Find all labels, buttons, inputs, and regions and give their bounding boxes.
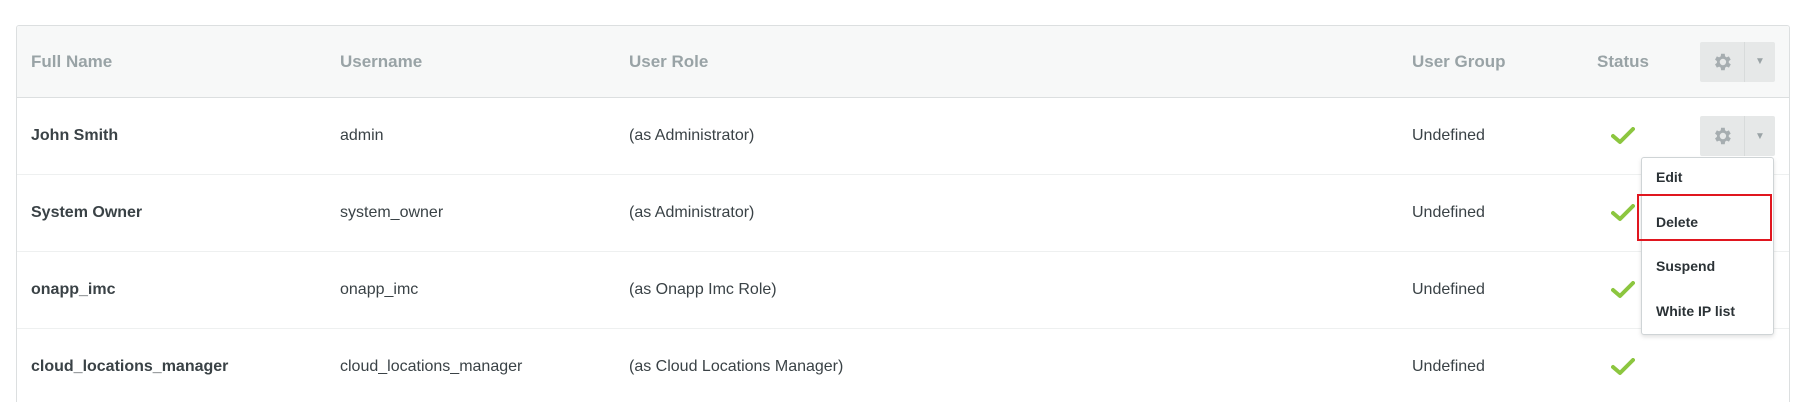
check-icon [1611,358,1635,375]
user-group-cell: Undefined [1412,204,1485,221]
username-cell: system_owner [340,204,444,221]
menu-item-suspend[interactable]: Suspend [1656,256,1715,276]
table-row: cloud_locations_manager cloud_locations_… [17,329,1789,402]
menu-item-edit[interactable]: Edit [1656,167,1682,187]
username-cell: admin [340,127,384,144]
table-header: Full Name Username User Role User Group … [17,26,1789,98]
user-group-cell: Undefined [1412,358,1485,375]
gear-icon [1700,42,1744,82]
delete-highlight-box [1637,194,1772,241]
user-group-cell: Undefined [1412,281,1485,298]
header-status[interactable]: Status [1597,26,1649,97]
username-cell: onapp_imc [340,281,419,298]
check-icon [1611,281,1635,298]
header-user-role[interactable]: User Role [629,26,708,97]
row-actions-button[interactable]: ▼ [1700,116,1775,156]
check-icon [1611,127,1635,144]
full-name-cell: John Smith [31,127,119,144]
table-row: System Owner system_owner (as Administra… [17,175,1789,252]
username-cell: cloud_locations_manager [340,358,523,375]
check-icon [1611,204,1635,221]
row-actions-menu: Edit Delete Suspend White IP list [1641,157,1774,335]
header-full-name[interactable]: Full Name [31,26,112,97]
full-name-cell: onapp_imc [31,281,116,298]
table-row: onapp_imc onapp_imc (as Onapp Imc Role) … [17,252,1789,329]
user-role-cell: (as Administrator) [629,204,755,221]
user-group-cell: Undefined [1412,127,1485,144]
menu-item-white-ip-list[interactable]: White IP list [1656,301,1735,321]
gear-icon [1700,116,1744,156]
chevron-down-icon: ▼ [1744,116,1775,156]
chevron-down-icon: ▼ [1744,41,1775,82]
user-role-cell: (as Administrator) [629,127,755,144]
header-username[interactable]: Username [340,26,422,97]
user-role-cell: (as Onapp Imc Role) [629,281,777,298]
user-role-cell: (as Cloud Locations Manager) [629,358,844,375]
header-user-group[interactable]: User Group [1412,26,1506,97]
full-name-cell: cloud_locations_manager [31,358,229,375]
table-row: John Smith admin (as Administrator) Unde… [17,98,1789,175]
users-table: Full Name Username User Role User Group … [16,25,1790,402]
header-actions-button[interactable]: ▼ [1700,41,1775,82]
full-name-cell: System Owner [31,204,143,221]
